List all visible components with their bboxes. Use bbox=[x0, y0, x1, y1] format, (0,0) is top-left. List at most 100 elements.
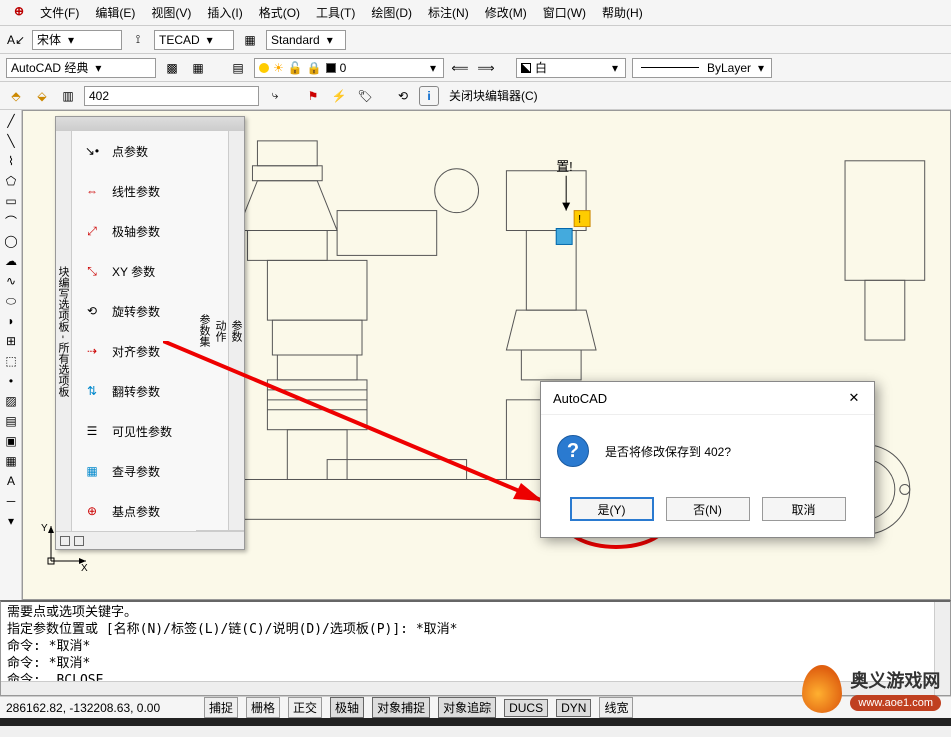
circle-tool[interactable]: ◯ bbox=[2, 232, 20, 250]
menu-view[interactable]: 视图(V) bbox=[145, 2, 197, 23]
ellipsearc-tool[interactable]: ◗ bbox=[2, 312, 20, 330]
lwt-toggle[interactable]: 线宽 bbox=[599, 697, 633, 718]
tab-psets[interactable]: 参数集 bbox=[196, 131, 212, 531]
rectangle-tool[interactable]: ▭ bbox=[2, 192, 20, 210]
menu-modify[interactable]: 修改(M) bbox=[479, 2, 533, 23]
line-tool[interactable]: ╱ bbox=[2, 112, 20, 130]
revcloud-tool[interactable]: ☁ bbox=[2, 252, 20, 270]
logo-url: www.aoe1.com bbox=[850, 695, 941, 711]
logo-text: 奥义游戏网 bbox=[850, 667, 941, 693]
tablestyle-icon[interactable]: ▦ bbox=[240, 30, 260, 50]
layer-combo[interactable]: ☀ 🔓 🔒 0 ▾ bbox=[254, 58, 444, 78]
otrack-toggle[interactable]: 对象追踪 bbox=[438, 697, 496, 718]
layer-plot-icon: 🔒 bbox=[307, 61, 322, 75]
dyn-toggle[interactable]: DYN bbox=[556, 699, 591, 717]
font-combo[interactable]: 宋体▾ bbox=[32, 30, 122, 50]
palette-grip[interactable] bbox=[56, 117, 244, 131]
app-icon: ⊕ bbox=[8, 2, 30, 23]
menu-edit[interactable]: 编辑(E) bbox=[89, 2, 141, 23]
table-tool[interactable]: ▦ bbox=[2, 452, 20, 470]
mtext-tool[interactable]: A bbox=[2, 472, 20, 490]
layer-states-icon[interactable]: ⟹ bbox=[476, 58, 496, 78]
spline-tool[interactable]: ∿ bbox=[2, 272, 20, 290]
palette-tabs: 参数 动作 参数集 bbox=[228, 131, 244, 531]
osnap-toggle[interactable]: 对象捕捉 bbox=[372, 697, 430, 718]
dimstyle-icon[interactable]: ⟟ bbox=[128, 30, 148, 50]
arc-tool[interactable]: ⌒ bbox=[2, 212, 20, 230]
dialog-cancel-button[interactable]: 取消 bbox=[762, 497, 846, 521]
layer-manager-icon[interactable]: ▤ bbox=[228, 58, 248, 78]
properties-toolbar: AutoCAD 经典▾ ▩ ▦ ▤ ☀ 🔓 🔒 0 ▾ ⟸ ⟹ 白▾ ByLay… bbox=[0, 54, 951, 82]
bedit-save-icon[interactable]: ⬘ bbox=[6, 86, 26, 106]
hatch-tool[interactable]: ▨ bbox=[2, 392, 20, 410]
bycolor-swatch bbox=[521, 63, 531, 73]
close-block-editor-button[interactable]: 关闭块编辑器(C) bbox=[445, 87, 542, 104]
command-line: 需要点或选项关键字。 bbox=[7, 604, 944, 621]
menu-dimension[interactable]: 标注(N) bbox=[422, 2, 475, 23]
dimstyle-combo[interactable]: Standard▾ bbox=[266, 30, 346, 50]
gradient-tool[interactable]: ▤ bbox=[2, 412, 20, 430]
menu-insert[interactable]: 插入(I) bbox=[201, 2, 248, 23]
dialog-no-button[interactable]: 否(N) bbox=[666, 497, 750, 521]
snap-toggle[interactable]: 捕捉 bbox=[204, 697, 238, 718]
color-combo[interactable]: 白▾ bbox=[516, 58, 626, 78]
extra-tool[interactable]: ▾ bbox=[2, 512, 20, 530]
drawing-canvas[interactable]: 置! ! 块编写选项板 - 所有选项板 ↘•点参数 ⇔线性参数 ⤢极轴参数 ⤡X… bbox=[22, 110, 951, 600]
bparam-icon[interactable]: ⚑ bbox=[303, 86, 323, 106]
ucs-icon: X Y bbox=[41, 521, 91, 571]
dialog-message: 是否将修改保存到 402? bbox=[605, 443, 731, 460]
polar-toggle[interactable]: 极轴 bbox=[330, 697, 364, 718]
baction-icon[interactable]: ⚡ bbox=[329, 86, 349, 106]
workspace-settings-icon[interactable]: ▩ bbox=[162, 58, 182, 78]
menu-format[interactable]: 格式(O) bbox=[253, 2, 306, 23]
palette-title: 块编写选项板 - 所有选项板 bbox=[56, 131, 72, 531]
bvisibility-icon[interactable]: ⟲ bbox=[393, 86, 413, 106]
tab-params[interactable]: 参数 bbox=[228, 131, 244, 531]
bedit-open-icon[interactable]: ⤷ bbox=[265, 86, 285, 106]
insert-tool[interactable]: ⊞ bbox=[2, 332, 20, 350]
ortho-toggle[interactable]: 正交 bbox=[288, 697, 322, 718]
save-dialog: AutoCAD ✕ ? 是否将修改保存到 402? 是(Y) 否(N) 取消 bbox=[540, 381, 875, 538]
status-coords: 286162.82, -132208.63, 0.00 bbox=[6, 701, 196, 715]
point-tool[interactable]: • bbox=[2, 372, 20, 390]
workspace-lock-icon[interactable]: ▦ bbox=[188, 58, 208, 78]
layer-on-icon bbox=[259, 63, 269, 73]
battribute-icon[interactable]: 🏷 bbox=[355, 86, 375, 106]
grid-toggle[interactable]: 栅格 bbox=[246, 697, 280, 718]
menubar: ⊕ 文件(F) 编辑(E) 视图(V) 插入(I) 格式(O) 工具(T) 绘图… bbox=[0, 0, 951, 26]
command-hscroll[interactable] bbox=[1, 681, 934, 695]
dialog-yes-button[interactable]: 是(Y) bbox=[570, 497, 654, 521]
binfo-icon[interactable]: i bbox=[419, 86, 439, 106]
ellipse-tool[interactable]: ⬭ bbox=[2, 292, 20, 310]
bedit-saveas-icon[interactable]: ⬙ bbox=[32, 86, 52, 106]
divider: ─ bbox=[2, 492, 20, 510]
dialog-close-button[interactable]: ✕ bbox=[846, 390, 862, 406]
block-editor-toolbar: ⬘ ⬙ ▥ 402 ⤷ ⚑ ⚡ 🏷 ⟲ i 关闭块编辑器(C) bbox=[0, 82, 951, 110]
linetype-combo[interactable]: ByLayer▾ bbox=[632, 58, 772, 78]
command-line: 命令: *取消* bbox=[7, 638, 944, 655]
svg-text:Y: Y bbox=[41, 523, 48, 534]
bedit-name-icon[interactable]: ▥ bbox=[58, 86, 78, 106]
region-tool[interactable]: ▣ bbox=[2, 432, 20, 450]
polyline-tool[interactable]: ⌇ bbox=[2, 152, 20, 170]
ducs-toggle[interactable]: DUCS bbox=[504, 699, 548, 717]
flame-icon bbox=[802, 665, 842, 713]
svg-text:!: ! bbox=[578, 214, 581, 226]
tab-actions[interactable]: 动作 bbox=[212, 131, 228, 531]
block-authoring-palette: 块编写选项板 - 所有选项板 ↘•点参数 ⇔线性参数 ⤢极轴参数 ⤡XY 参数 … bbox=[55, 116, 245, 550]
workspace-combo[interactable]: AutoCAD 经典▾ bbox=[6, 58, 156, 78]
menu-file[interactable]: 文件(F) bbox=[34, 2, 85, 23]
block-name-combo[interactable]: 402 bbox=[84, 86, 259, 106]
textstyle-icon[interactable]: A↙ bbox=[6, 30, 26, 50]
menu-draw[interactable]: 绘图(D) bbox=[365, 2, 418, 23]
taskbar bbox=[0, 718, 951, 726]
block-tool[interactable]: ⬚ bbox=[2, 352, 20, 370]
layer-prev-icon[interactable]: ⟸ bbox=[450, 58, 470, 78]
textstyle-combo[interactable]: TECAD▾ bbox=[154, 30, 234, 50]
menu-tools[interactable]: 工具(T) bbox=[310, 2, 361, 23]
menu-help[interactable]: 帮助(H) bbox=[596, 2, 649, 23]
xline-tool[interactable]: ╲ bbox=[2, 132, 20, 150]
layer-color-swatch bbox=[326, 63, 336, 73]
polygon-tool[interactable]: ⬠ bbox=[2, 172, 20, 190]
menu-window[interactable]: 窗口(W) bbox=[537, 2, 592, 23]
